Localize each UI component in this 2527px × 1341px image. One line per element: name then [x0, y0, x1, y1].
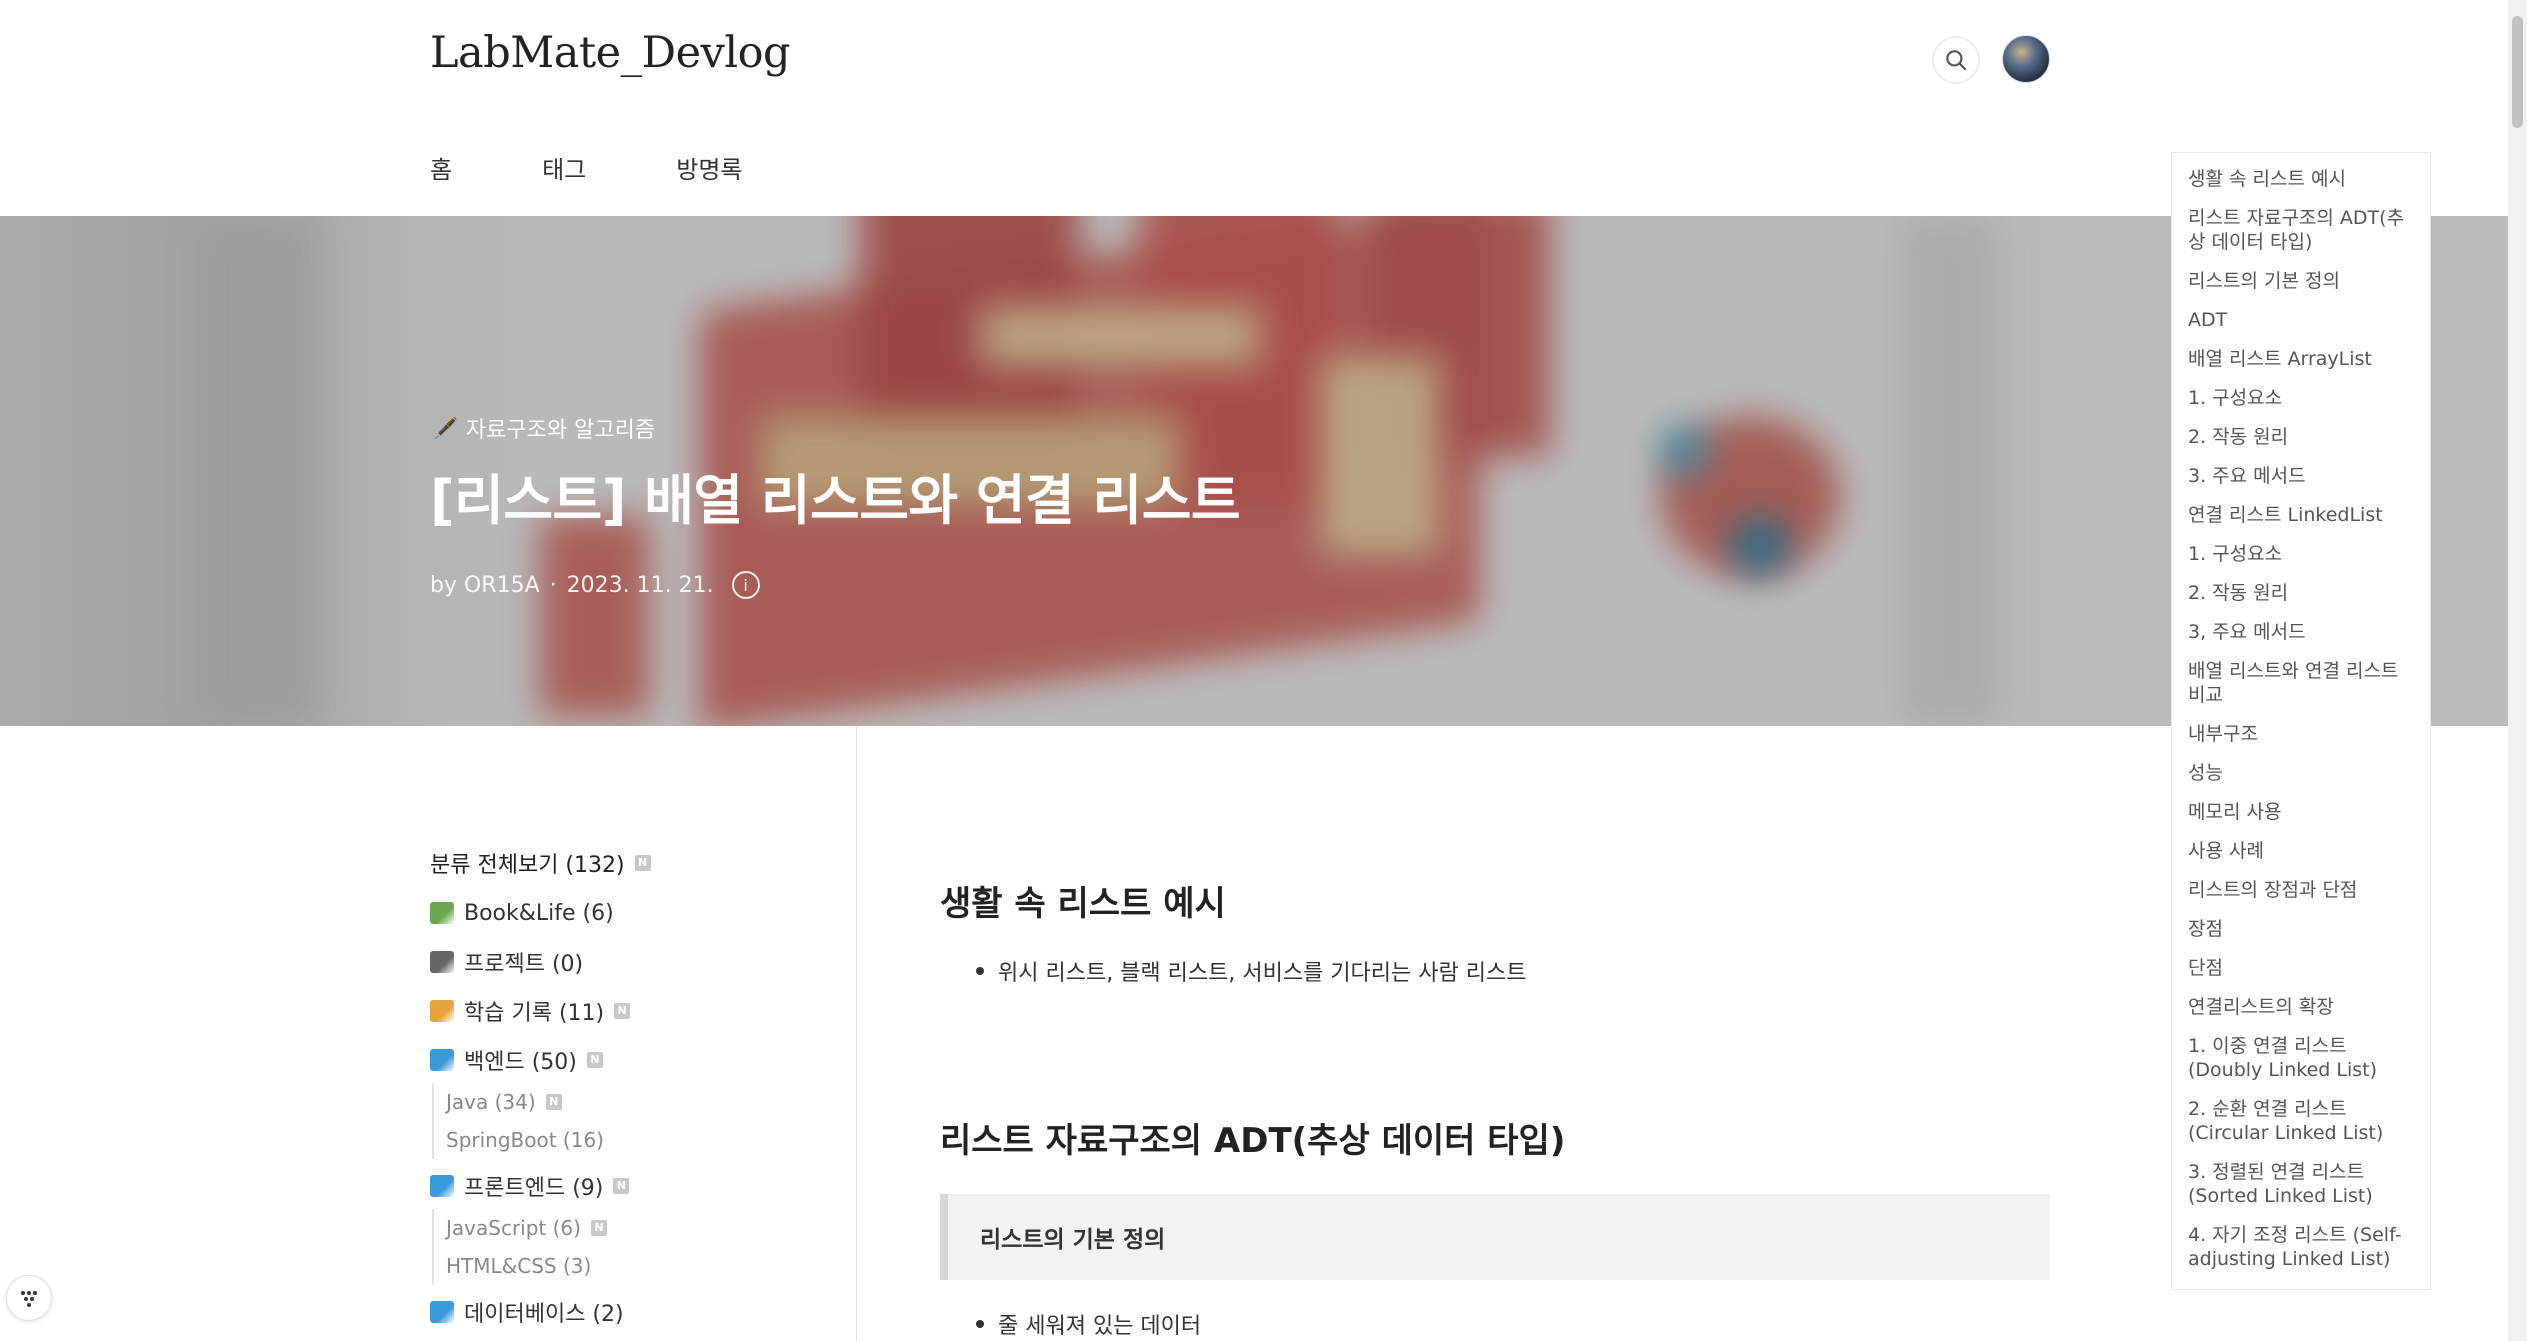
post-hero-banner: 🖋️ 자료구조와 알고리즘 [리스트] 배열 리스트와 연결 리스트 by OR… [0, 216, 2508, 726]
blockquote: 리스트의 기본 정의 [940, 1194, 2050, 1280]
nav-item-tags[interactable]: 태그 [542, 150, 586, 185]
category-label: 학습 기록 (11) [464, 1001, 605, 1026]
pen-icon: 🖋️ [433, 416, 458, 440]
category-label: 데이터베이스 (2) [464, 1302, 624, 1327]
subcategory-label: HTML&CSS (3) [446, 1254, 592, 1278]
post-date: 2023. 11. 21. [566, 572, 714, 598]
toc-item[interactable]: 사용 사례 [2188, 839, 2414, 863]
hero-overlay [0, 216, 2508, 726]
category-icon [430, 1175, 454, 1197]
toc-item[interactable]: 4. 자기 조정 리스트 (Self-adjusting Linked List… [2188, 1223, 2414, 1271]
subcategory-label: JavaScript (6) [446, 1216, 581, 1240]
category-label: 백엔드 (50) [464, 1050, 577, 1075]
category-item[interactable]: 프로젝트 (0) [430, 947, 830, 977]
new-badge: N [586, 1052, 603, 1068]
new-badge: N [545, 1094, 562, 1110]
toc-item[interactable]: 2. 순환 연결 리스트 (Circular Linked List) [2188, 1097, 2414, 1145]
toc-item[interactable]: 배열 리스트 ArrayList [2188, 347, 2414, 371]
content-divider [856, 726, 857, 1341]
nav-item-guestbook[interactable]: 방명록 [676, 150, 742, 185]
subcategory-list: JavaScript (6) N HTML&CSS (3) [432, 1209, 830, 1285]
info-glyph: i [743, 575, 748, 595]
toc-item[interactable]: 장점 [2188, 917, 2414, 941]
category-sidebar: 분류 전체보기 (132) N Book&Life (6) 프로젝트 (0) 학습 … [430, 848, 830, 1341]
toc-item[interactable]: 리스트 자료구조의 ADT(추상 데이터 타입) [2188, 206, 2414, 254]
category-item[interactable]: 데이터베이스 (2) [430, 1297, 830, 1327]
toc-item[interactable]: 2. 작동 원리 [2188, 425, 2414, 449]
toc-item[interactable]: 리스트의 기본 정의 [2188, 269, 2414, 293]
post-category[interactable]: 🖋️ 자료구조와 알고리즘 [433, 412, 655, 444]
category-icon [430, 1049, 454, 1071]
toc-item[interactable]: 1. 구성요소 [2188, 542, 2414, 566]
subcategory-list: Java (34) N SpringBoot (16) [432, 1083, 830, 1159]
blog-title-link[interactable]: LabMate_Devlog [430, 28, 791, 78]
category-icon [430, 1000, 454, 1022]
list-item: 줄 세워져 있는 데이터 [976, 1308, 2050, 1340]
main-nav: 홈 태그 방명록 [430, 150, 833, 185]
subcategory-item[interactable]: SpringBoot (16) [446, 1121, 830, 1159]
scrollbar-thumb[interactable] [2512, 16, 2523, 128]
toc-item[interactable]: 생활 속 리스트 예시 [2188, 167, 2414, 191]
section-heading: 생활 속 리스트 예시 [940, 884, 1226, 924]
list-item: 위시 리스트, 블랙 리스트, 서비스를 기다리는 사람 리스트 [976, 955, 2050, 987]
meta-separator: · [549, 572, 557, 598]
toc-item[interactable]: 3. 주요 메서드 [2188, 464, 2414, 488]
category-item[interactable]: 백엔드 (50) N [430, 1045, 830, 1075]
subcategory-label: Java (34) [446, 1090, 536, 1114]
dots-menu-icon [21, 1291, 37, 1307]
toc-item[interactable]: 3, 주요 메서드 [2188, 620, 2414, 644]
category-item[interactable]: 학습 기록 (11) N [430, 996, 830, 1026]
toc-item[interactable]: 리스트의 장점과 단점 [2188, 878, 2414, 902]
new-badge: N [614, 1003, 631, 1019]
category-all-link[interactable]: 분류 전체보기 (132) N [430, 848, 830, 878]
category-icon [430, 951, 454, 973]
post-author: by OR15A [430, 572, 540, 598]
post-title: [리스트] 배열 리스트와 연결 리스트 [430, 469, 1241, 532]
toc-item[interactable]: 성능 [2188, 761, 2414, 785]
toc-item[interactable]: 메모리 사용 [2188, 800, 2414, 824]
toc-item[interactable]: 1. 이중 연결 리스트 (Doubly Linked List) [2188, 1034, 2414, 1082]
category-icon [430, 1301, 454, 1323]
section-heading: 리스트 자료구조의 ADT(추상 데이터 타입) [940, 1121, 1566, 1161]
floating-menu-button[interactable] [6, 1275, 52, 1321]
new-badge: N [634, 855, 651, 871]
new-badge: N [590, 1220, 607, 1236]
table-of-contents: 생활 속 리스트 예시리스트 자료구조의 ADT(추상 데이터 타입) 리스트의 … [2171, 152, 2431, 1290]
new-badge: N [613, 1178, 630, 1194]
category-item[interactable]: 프론트엔드 (9) N [430, 1171, 830, 1201]
toc-item[interactable]: 연결 리스트 LinkedList [2188, 503, 2414, 527]
category-icon [430, 902, 454, 924]
subcategory-label: SpringBoot (16) [446, 1128, 604, 1152]
page-scrollbar[interactable] [2508, 0, 2527, 1341]
category-item[interactable]: Book&Life (6) [430, 898, 830, 928]
search-button[interactable] [1932, 36, 1980, 84]
nav-item-home[interactable]: 홈 [430, 150, 452, 185]
toc-item[interactable]: 2. 작동 원리 [2188, 581, 2414, 605]
toc-item[interactable]: 배열 리스트와 연결 리스트 비교 [2188, 659, 2414, 707]
subcategory-item[interactable]: HTML&CSS (3) [446, 1247, 830, 1285]
toc-item[interactable]: 1. 구성요소 [2188, 386, 2414, 410]
toc-item[interactable]: 연결리스트의 확장 [2188, 995, 2414, 1019]
category-label: 프론트엔드 (9) [464, 1176, 604, 1201]
profile-avatar[interactable] [2002, 35, 2050, 83]
category-all-label: 분류 전체보기 (132) [430, 853, 625, 878]
post-category-label: 자료구조와 알고리즘 [465, 418, 656, 443]
post-content: 생활 속 리스트 예시 위시 리스트, 블랙 리스트, 서비스를 기다리는 사람… [940, 870, 2050, 1340]
subcategory-item[interactable]: Java (34) N [446, 1083, 830, 1121]
search-icon [1946, 50, 1967, 71]
subcategory-item[interactable]: JavaScript (6) N [446, 1209, 830, 1247]
toc-item[interactable]: ADT [2188, 308, 2414, 332]
toc-item[interactable]: 3. 정렬된 연결 리스트 (Sorted Linked List) [2188, 1160, 2414, 1208]
category-label: 프로젝트 (0) [464, 952, 584, 977]
post-meta: by OR15A · 2023. 11. 21. i [430, 571, 760, 599]
site-header: LabMate_Devlog 홈 태그 방명록 [0, 0, 2508, 216]
toc-item[interactable]: 내부구조 [2188, 722, 2414, 746]
toc-item[interactable]: 단점 [2188, 956, 2414, 980]
more-info-icon[interactable]: i [731, 571, 760, 599]
category-label: Book&Life (6) [464, 900, 614, 926]
